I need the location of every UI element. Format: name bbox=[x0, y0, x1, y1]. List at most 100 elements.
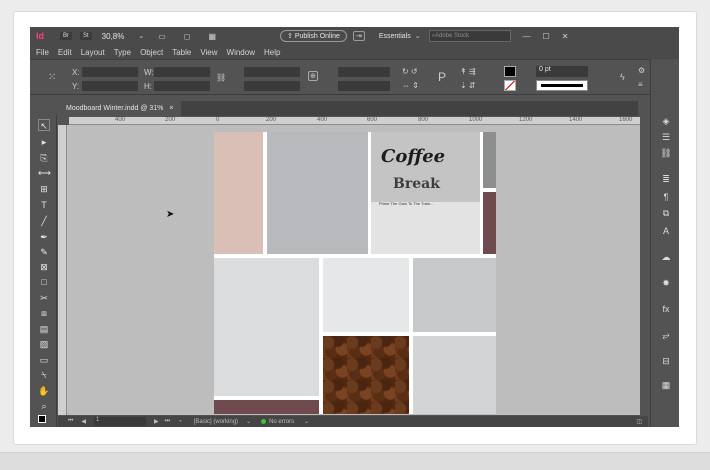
moodboard-mist-block[interactable] bbox=[214, 258, 319, 396]
rectangle-frame-tool-icon[interactable]: ⊠ bbox=[38, 261, 50, 273]
preflight-errors[interactable]: No errors bbox=[269, 419, 294, 425]
flip-icon[interactable]: ⇔ ⇕ bbox=[402, 81, 419, 90]
split-window-icon[interactable]: ◫ bbox=[636, 418, 642, 425]
chevron-down-icon[interactable]: ⌄ bbox=[138, 32, 144, 40]
screen-mode-icon[interactable]: ◻ bbox=[184, 32, 191, 41]
stroke-weight-field[interactable]: 0 pt bbox=[536, 66, 588, 77]
paragraph-panel-icon[interactable]: ¶ bbox=[659, 191, 673, 203]
stroke-swatch[interactable] bbox=[504, 80, 516, 91]
character-panel-icon[interactable]: A bbox=[659, 225, 673, 237]
moodboard-slate-block[interactable] bbox=[267, 132, 368, 254]
bridge-button[interactable]: Br bbox=[60, 32, 72, 40]
gradient-feather-tool-icon[interactable]: ▨ bbox=[38, 338, 50, 350]
selection-tool-icon[interactable]: ↖ bbox=[38, 119, 50, 131]
select-content-icon[interactable]: ⇣ ⇵ bbox=[460, 81, 476, 90]
moodboard-cloud-block[interactable] bbox=[413, 336, 496, 414]
h-field[interactable] bbox=[154, 81, 210, 91]
coffee-break-image[interactable]: Coffee Break Prime The Gain To The Train… bbox=[371, 132, 480, 254]
page-number-field[interactable]: 1 bbox=[94, 417, 147, 426]
direct-selection-tool-icon[interactable]: ▸ bbox=[38, 136, 50, 148]
align-panel-icon[interactable]: ⊟ bbox=[659, 355, 673, 367]
constrain-proportions-icon[interactable]: ⛓ bbox=[216, 73, 226, 82]
view-options-icon[interactable]: ▭ bbox=[158, 32, 166, 41]
cc-libraries-icon[interactable]: ☁ bbox=[659, 251, 673, 263]
moodboard-wine-strip[interactable] bbox=[483, 192, 496, 254]
minimize-button[interactable]: — bbox=[523, 32, 531, 41]
indesign-logo[interactable]: Id bbox=[36, 31, 44, 41]
last-page-icon[interactable]: ⏭ bbox=[165, 418, 170, 425]
scissors-tool-icon[interactable]: ✂ bbox=[38, 292, 50, 304]
chain-icon[interactable]: ⊕ bbox=[308, 71, 318, 81]
hand-tool-icon[interactable]: ✋ bbox=[38, 385, 50, 397]
shear-field[interactable] bbox=[338, 81, 390, 91]
zoom-level[interactable]: 30,8% bbox=[102, 32, 125, 41]
zoom-tool-icon[interactable]: ⌕ bbox=[38, 400, 50, 412]
text-wrap-icon[interactable]: ⥂ bbox=[659, 329, 673, 341]
menu-help[interactable]: Help bbox=[264, 48, 280, 57]
menu-layout[interactable]: Layout bbox=[81, 48, 105, 57]
pathfinder-panel-icon[interactable]: ▦ bbox=[659, 379, 673, 391]
note-tool-icon[interactable]: ▭ bbox=[38, 354, 50, 366]
prev-page-icon[interactable]: ◀ bbox=[81, 418, 86, 425]
menu-view[interactable]: View bbox=[200, 48, 217, 57]
w-field[interactable] bbox=[154, 67, 210, 77]
scale-y-field[interactable] bbox=[244, 81, 300, 91]
menu-object[interactable]: Object bbox=[140, 48, 163, 57]
reference-point-icon[interactable]: ⁙ bbox=[48, 72, 56, 83]
rotation-field[interactable] bbox=[338, 67, 390, 77]
chevron-down-icon[interactable]: ⌄ bbox=[304, 418, 309, 425]
coffee-beans-image[interactable] bbox=[323, 336, 409, 414]
line-tool-icon[interactable]: ╱ bbox=[38, 215, 50, 227]
eyedropper-tool-icon[interactable]: ⍀ bbox=[38, 369, 50, 381]
moodboard-pale-block[interactable] bbox=[323, 258, 409, 332]
links-panel-icon[interactable]: ⛓ bbox=[659, 147, 673, 159]
moodboard-page[interactable]: Coffee Break Prime The Gain To The Train… bbox=[214, 132, 496, 414]
stroke-type-dropdown[interactable] bbox=[536, 80, 588, 91]
effects-panel-icon[interactable]: ✸ bbox=[659, 277, 673, 289]
free-transform-tool-icon[interactable]: ⧈ bbox=[38, 307, 50, 319]
workspace-switcher[interactable]: Essentials bbox=[379, 33, 411, 40]
panel-menu-icon[interactable]: ≡ bbox=[638, 80, 643, 89]
maximize-button[interactable]: ☐ bbox=[543, 32, 550, 41]
moodboard-stone-block[interactable] bbox=[413, 258, 496, 332]
swatches-panel-icon[interactable]: ⧉ bbox=[659, 207, 673, 219]
select-container-icon[interactable]: ↟ ⇶ bbox=[460, 67, 476, 76]
menu-edit[interactable]: Edit bbox=[58, 48, 72, 57]
open-in-pages-icon[interactable]: ◔ bbox=[178, 419, 182, 425]
content-collector-icon[interactable]: ⊞ bbox=[38, 183, 50, 195]
type-tool-icon[interactable]: T bbox=[38, 199, 50, 211]
pages-panel-icon[interactable]: ◈ bbox=[659, 115, 673, 127]
share-icon[interactable]: ⇥ bbox=[352, 31, 365, 41]
close-button[interactable]: ✕ bbox=[562, 32, 569, 41]
chevron-down-icon[interactable]: ⌄ bbox=[415, 32, 421, 40]
adobe-stock-search[interactable]: ⌕ Adobe Stock bbox=[428, 30, 511, 42]
close-tab-icon[interactable]: × bbox=[169, 105, 173, 112]
rotate-icon[interactable]: ↻ ↺ bbox=[402, 67, 418, 76]
preflight-profile[interactable]: [Basic] (working) bbox=[194, 419, 238, 425]
stock-button[interactable]: St bbox=[80, 32, 92, 40]
next-page-icon[interactable]: ▶ bbox=[154, 418, 159, 425]
moodboard-stone-strip[interactable] bbox=[483, 132, 496, 188]
gap-tool-icon[interactable]: ⟷ bbox=[38, 167, 51, 179]
gradient-tool-icon[interactable]: ▤ bbox=[38, 323, 50, 335]
publish-online-button[interactable]: ⇪ Publish Online bbox=[280, 30, 347, 42]
default-fill-stroke-icon[interactable] bbox=[38, 415, 46, 423]
pen-tool-icon[interactable]: ✒ bbox=[38, 231, 50, 243]
chevron-down-icon[interactable]: ⌄ bbox=[246, 418, 251, 425]
menu-file[interactable]: File bbox=[36, 48, 49, 57]
menu-window[interactable]: Window bbox=[227, 48, 255, 57]
scale-x-field[interactable] bbox=[244, 67, 300, 77]
quick-apply-icon[interactable]: ϟ bbox=[620, 72, 625, 82]
gear-icon[interactable]: ⚙ bbox=[638, 66, 645, 75]
layers-panel-icon[interactable]: ☰ bbox=[659, 131, 673, 143]
stroke-panel-icon[interactable]: ≣ bbox=[659, 173, 673, 185]
first-page-icon[interactable]: ⏮ bbox=[68, 418, 73, 425]
moodboard-wine-bar[interactable] bbox=[214, 400, 319, 414]
menu-table[interactable]: Table bbox=[172, 48, 191, 57]
page-tool-icon[interactable]: ⎘ bbox=[38, 152, 50, 164]
arrange-documents-icon[interactable]: ▦ bbox=[208, 32, 216, 41]
effects-fx-icon[interactable]: fx bbox=[659, 303, 673, 315]
menu-type[interactable]: Type bbox=[114, 48, 131, 57]
document-tab[interactable]: Moodboard Winter.indd @ 31% × bbox=[58, 101, 182, 116]
x-field[interactable] bbox=[82, 67, 138, 77]
